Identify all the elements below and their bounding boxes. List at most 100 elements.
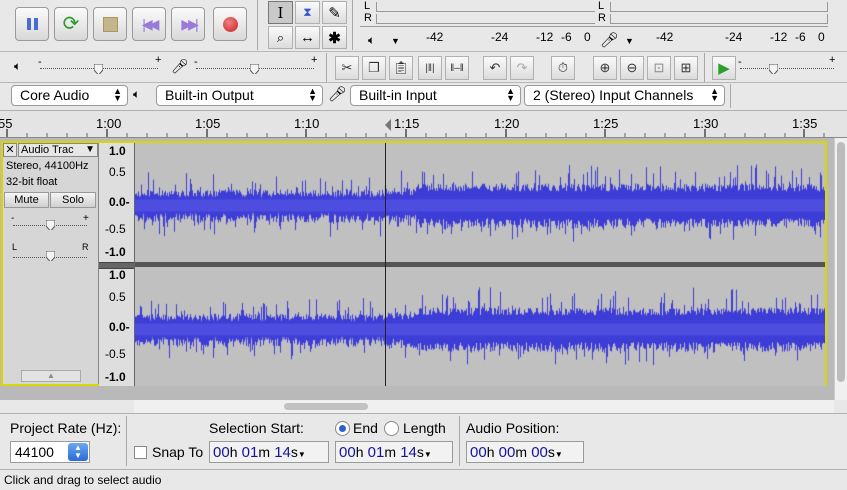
slider-thumb[interactable] <box>769 64 778 74</box>
slider-thumb[interactable] <box>94 64 103 74</box>
redo-button[interactable]: ↷ <box>510 56 534 80</box>
slider-thumb[interactable] <box>46 251 55 261</box>
meter-tick: -6 <box>795 30 806 44</box>
pan-right-label: R <box>82 242 89 252</box>
copy-button[interactable]: ❐ <box>362 56 386 80</box>
track-close-button[interactable]: ✕ <box>3 143 17 157</box>
scale-label: -1.0 <box>105 245 126 259</box>
audio-position-time[interactable]: 00h 00m 00s▼ <box>466 441 584 463</box>
play-button[interactable]: ⟳ <box>54 7 88 41</box>
draw-tool[interactable]: ✎ <box>322 1 347 24</box>
trim-button[interactable]: |‖| <box>418 56 442 80</box>
waveform-area[interactable] <box>135 143 825 386</box>
ruler-ticks <box>6 119 825 137</box>
input-channels-value: 2 (Stereo) Input Channels <box>533 87 694 103</box>
seconds-value: 14 <box>274 444 291 461</box>
hours-unit: h <box>229 444 238 460</box>
meter-bar-left <box>610 2 828 12</box>
selection-start-label: Selection Start: <box>209 420 304 436</box>
scale-label: 0.0- <box>109 195 130 209</box>
up-down-arrows-icon: ▲ ▼ <box>506 86 515 103</box>
track-control-panel[interactable]: ✕ Audio Trac ▼ Stereo, 44100Hz 32-bit fl… <box>3 143 99 384</box>
gain-slider[interactable]: - + <box>11 213 91 233</box>
snap-to-checkbox[interactable] <box>134 446 147 459</box>
paste-button[interactable]: 📋︎ <box>389 56 413 80</box>
toolbar-divider <box>352 0 353 50</box>
playback-volume-slider[interactable]: - + <box>38 54 162 76</box>
scrollbar-thumb[interactable] <box>837 142 845 382</box>
scale-label: 0.5 <box>109 165 126 179</box>
time-shift-tool[interactable]: ↔ <box>295 26 320 49</box>
project-rate-label: Project Rate (Hz): <box>10 420 122 436</box>
end-radio[interactable] <box>335 421 350 436</box>
play-speed-slider[interactable]: - + <box>738 54 838 76</box>
solo-button[interactable]: Solo <box>50 192 96 208</box>
fit-project-button[interactable]: ⊞ <box>674 56 698 80</box>
stop-button[interactable] <box>93 7 127 41</box>
selection-start-time[interactable]: 00h 01m 14s▼ <box>209 441 329 463</box>
waveform-right-channel[interactable] <box>135 267 825 386</box>
vertical-ruler[interactable]: 1.0 0.5 0.0- -0.5 -1.0 1.0 0.5 0.0- -0.5… <box>99 143 135 386</box>
zoom-out-button[interactable]: ⊖ <box>620 56 644 80</box>
waveform-left-channel[interactable] <box>135 143 825 262</box>
sync-lock-button[interactable]: ⏱︎ <box>551 56 575 80</box>
play-at-speed-button[interactable]: ▶ <box>712 56 736 80</box>
time-shift-icon: ↔ <box>300 29 315 46</box>
fit-selection-button[interactable]: ⊡ <box>647 56 671 80</box>
slider-thumb[interactable] <box>250 64 259 74</box>
zoom-in-icon: ⊕ <box>599 60 611 75</box>
record-meter-scale: -42 -24 -12 -6 0 <box>594 26 828 47</box>
up-down-arrows-icon: ▲ ▼ <box>113 86 122 103</box>
timeline-ruler[interactable] <box>0 110 847 138</box>
input-device-select[interactable]: Built-in Input ▲ ▼ <box>350 85 521 106</box>
chevron-down-icon[interactable]: ▼ <box>555 450 563 459</box>
envelope-tool[interactable]: ⧗ <box>295 1 320 24</box>
scrollbar-thumb[interactable] <box>284 403 368 410</box>
record-meter[interactable]: L R <box>594 0 828 25</box>
scale-label: -0.5 <box>105 347 126 361</box>
meter-bar-left <box>376 2 595 12</box>
record-button[interactable] <box>213 7 247 41</box>
record-volume-slider[interactable]: - + <box>194 54 318 76</box>
pause-icon <box>26 18 38 30</box>
output-device-select[interactable]: Built-in Output ▲ ▼ <box>156 85 323 106</box>
pause-button[interactable] <box>15 7 49 41</box>
mute-button[interactable]: Mute <box>4 192 49 208</box>
playback-meter[interactable]: L R <box>360 0 596 25</box>
selection-tool[interactable]: I <box>268 1 293 24</box>
slider-thumb[interactable] <box>46 220 55 230</box>
skip-to-start-button[interactable]: |◀◀ <box>132 7 166 41</box>
ruler-label: 1:25 <box>593 116 619 131</box>
meter-tick: -6 <box>561 30 572 44</box>
audio-host-select[interactable]: Core Audio ▲ ▼ <box>11 85 128 106</box>
zoom-tool[interactable]: ⌕ <box>268 26 293 49</box>
skip-to-end-button[interactable]: ▶▶| <box>171 7 205 41</box>
project-rate-dropdown[interactable]: ▲ ▼ <box>68 443 88 461</box>
track-name-menu[interactable]: Audio Trac ▼ <box>18 143 98 157</box>
solo-label: Solo <box>61 194 85 206</box>
input-channels-select[interactable]: 2 (Stereo) Input Channels ▲ ▼ <box>524 85 725 106</box>
silence-button[interactable]: ‖–‖ <box>445 56 469 80</box>
minutes-value: 01 <box>367 444 385 461</box>
chevron-down-icon[interactable]: ▼ <box>424 450 432 459</box>
chevron-down-icon[interactable]: ▼ <box>298 450 306 459</box>
multi-tool[interactable]: ✱ <box>322 26 347 49</box>
cut-button[interactable]: ✂ <box>335 56 359 80</box>
meter-right-label: R <box>364 12 372 24</box>
status-bar: Click and drag to select audio <box>0 469 847 490</box>
pan-slider[interactable]: L R <box>11 242 91 264</box>
hours-unit: h <box>486 444 495 460</box>
track-collapse-button[interactable]: ▲ <box>21 370 81 382</box>
zoom-in-button[interactable]: ⊕ <box>593 56 617 80</box>
minutes-value: 00 <box>498 444 516 461</box>
vertical-scrollbar[interactable] <box>834 138 847 400</box>
trim-icon: |‖| <box>425 62 435 74</box>
horizontal-scrollbar[interactable] <box>134 400 834 413</box>
silence-icon: ‖–‖ <box>450 62 464 74</box>
envelope-icon: ⧗ <box>303 5 312 19</box>
length-radio[interactable] <box>384 421 399 436</box>
project-rate-combo[interactable]: 44100 ▲ ▼ <box>10 441 90 463</box>
undo-button[interactable]: ↶ <box>483 56 507 80</box>
microphone-icon: 🎤︎ <box>328 86 348 103</box>
selection-end-time[interactable]: 00h 01m 14s▼ <box>335 441 453 463</box>
